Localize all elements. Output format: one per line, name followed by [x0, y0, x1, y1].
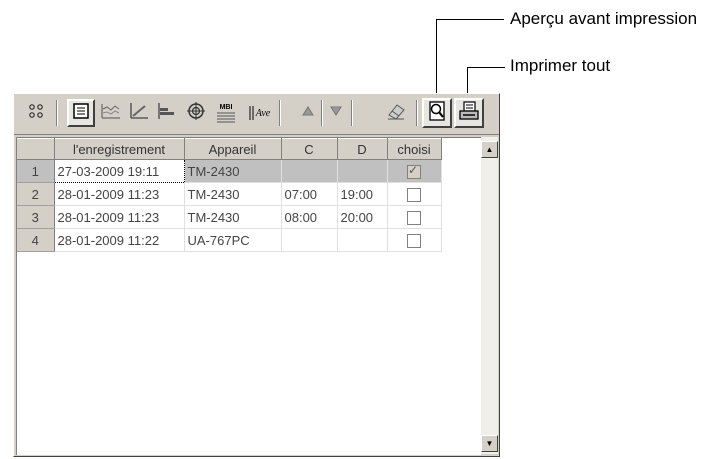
toolbar-separator [321, 100, 323, 126]
records-table: l'enregistrement Appareil C D choisi 1 2… [17, 138, 442, 252]
row-choisi-cell [387, 205, 442, 229]
row-select-checkbox[interactable] [407, 210, 421, 225]
target-button[interactable] [183, 99, 209, 127]
table-row[interactable]: 2 28-01-2009 11:23 TM-2430 07:00 19:00 [17, 182, 442, 206]
print-all-button[interactable] [454, 98, 484, 128]
row-c[interactable]: 08:00 [281, 205, 338, 229]
eraser-icon [385, 101, 407, 126]
row-number: 2 [17, 182, 55, 206]
toolbar-separator [416, 100, 418, 126]
row-choisi-cell [387, 228, 442, 252]
average-icon: Ave [249, 106, 271, 120]
average-button[interactable]: Ave [244, 99, 274, 127]
print-all-callout-line-h [467, 67, 505, 68]
print-all-callout: Imprimer tout [510, 56, 611, 75]
records-panel: MBI Ave l'enregistrement Appareil C D ch… [13, 93, 500, 457]
column-header-c[interactable]: C [281, 138, 338, 160]
row-device[interactable]: TM-2430 [184, 205, 282, 229]
print-all-icon [458, 100, 480, 127]
print-preview-callout: Aperçu avant impression [510, 9, 698, 28]
row-device[interactable]: TM-2430 [184, 159, 282, 183]
scroll-down-button[interactable]: ▼ [481, 435, 498, 452]
records-grid: l'enregistrement Appareil C D choisi 1 2… [16, 137, 481, 455]
row-c[interactable] [281, 159, 338, 183]
print-preview-icon [426, 100, 448, 127]
row-select-checkbox[interactable] [407, 187, 421, 202]
column-header-choisi[interactable]: choisi [387, 138, 442, 160]
toolbar-separator [56, 100, 58, 126]
line-chart-icon [100, 101, 122, 126]
mbi-icon: MBI [217, 103, 235, 122]
table-row[interactable]: 3 28-01-2009 11:23 TM-2430 08:00 20:00 [17, 205, 442, 229]
toolbar-separator [279, 100, 281, 126]
scroll-up-icon: ▲ [485, 145, 494, 154]
pressure-chart-button[interactable] [126, 99, 152, 127]
sort-down-icon [330, 104, 342, 122]
sort-up-icon [302, 104, 314, 122]
toolbar: MBI Ave [14, 94, 499, 135]
row-d[interactable] [337, 159, 388, 183]
column-header-date[interactable]: l'enregistrement [54, 138, 185, 160]
row-d[interactable]: 20:00 [337, 205, 388, 229]
print-preview-callout-line-v [436, 19, 437, 102]
row-select-checkbox[interactable] [407, 233, 421, 248]
bar-chart-icon [156, 101, 178, 126]
scroll-up-button[interactable]: ▲ [481, 141, 498, 158]
sort-down-button[interactable] [325, 99, 347, 127]
pressure-chart-icon [128, 101, 150, 126]
row-c[interactable]: 07:00 [281, 182, 338, 206]
table-header-row: l'enregistrement Appareil C D choisi [17, 138, 442, 160]
row-c[interactable] [281, 228, 338, 252]
row-select-checkbox[interactable] [407, 163, 421, 179]
column-header-rownum [17, 138, 55, 160]
grid-dots-icon [26, 101, 46, 126]
table-row[interactable]: 1 27-03-2009 19:11 TM-2430 [17, 159, 442, 183]
target-icon [186, 101, 206, 126]
column-header-d[interactable]: D [337, 138, 388, 160]
row-date[interactable]: 28-01-2009 11:22 [54, 228, 185, 252]
bar-chart-button[interactable] [154, 99, 180, 127]
toolbar-separator [351, 100, 353, 126]
eraser-button[interactable] [382, 99, 410, 127]
scroll-down-icon: ▼ [485, 439, 494, 448]
row-d[interactable]: 19:00 [337, 182, 388, 206]
row-date[interactable]: 28-01-2009 11:23 [54, 182, 185, 206]
sort-up-button[interactable] [297, 99, 319, 127]
row-date[interactable]: 28-01-2009 11:23 [54, 205, 185, 229]
row-choisi-cell [387, 159, 442, 183]
grid-dots-button[interactable] [24, 99, 48, 127]
row-number: 4 [17, 228, 55, 252]
row-number: 1 [17, 159, 55, 183]
row-device[interactable]: TM-2430 [184, 182, 282, 206]
vertical-scrollbar[interactable]: ▲ ▼ [481, 137, 498, 454]
row-number: 3 [17, 205, 55, 229]
line-chart-button[interactable] [98, 99, 124, 127]
row-d[interactable] [337, 228, 388, 252]
print-preview-callout-line-h [436, 19, 504, 20]
table-row[interactable]: 4 28-01-2009 11:22 UA-767PC [17, 228, 442, 252]
mbi-button[interactable]: MBI [212, 99, 240, 127]
column-header-device[interactable]: Appareil [184, 138, 282, 160]
row-choisi-cell [387, 182, 442, 206]
list-view-icon [72, 102, 90, 125]
list-view-button[interactable] [67, 99, 95, 127]
row-device[interactable]: UA-767PC [184, 228, 282, 252]
row-date[interactable]: 27-03-2009 19:11 [53, 159, 185, 183]
print-preview-button[interactable] [422, 98, 452, 128]
